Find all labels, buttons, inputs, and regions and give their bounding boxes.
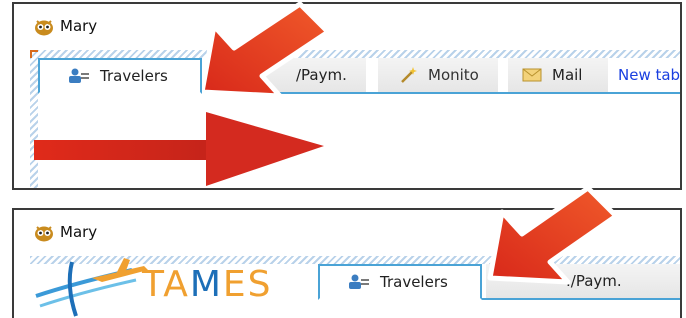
title-bar: Mary: [14, 4, 680, 48]
tab-strip: Travelers /Paym. Monito Mail New tab: [38, 58, 680, 94]
traveler-icon: [349, 274, 369, 289]
mail-icon: [522, 68, 542, 82]
tab-label: /Paym.: [296, 66, 347, 84]
title-bar: Mary: [14, 210, 680, 254]
tab-label: Travelers: [100, 67, 168, 85]
window-title: Mary: [60, 223, 98, 241]
logo-text-post: ES: [222, 264, 273, 305]
tab-payment[interactable]: /Paym.: [206, 58, 366, 92]
tames-logo: TAMES: [32, 256, 280, 318]
window-title: Mary: [60, 17, 98, 35]
tab-label: New tab: [618, 66, 681, 84]
airplane-icon: [35, 258, 148, 317]
corner-marker: [30, 50, 38, 58]
tab-strip: Travelers ./Paym.: [318, 264, 680, 300]
hatch-border-left: [30, 50, 38, 188]
tab-label: Mail: [552, 66, 583, 84]
app-owl-icon: [35, 20, 53, 36]
content-area: [38, 94, 680, 188]
top-window: Mary Travelers /Paym. Monito Mail New ta…: [12, 2, 682, 190]
app-owl-icon: [35, 226, 53, 242]
tab-monitor[interactable]: Monito: [378, 58, 498, 92]
bottom-window: Mary TAMES Travelers ./Paym.: [12, 208, 682, 318]
tab-new[interactable]: New tab: [608, 58, 681, 92]
wand-icon: [401, 67, 417, 83]
tab-label: Monito: [428, 66, 479, 84]
logo-text: TAMES: [142, 264, 273, 305]
traveler-icon: [69, 68, 89, 83]
tab-travelers[interactable]: Travelers: [38, 58, 202, 94]
tab-label: Travelers: [380, 273, 448, 291]
tab-mail[interactable]: Mail: [508, 58, 608, 92]
tab-payment[interactable]: ./Paym.: [486, 264, 680, 298]
tab-label: ./Paym.: [566, 272, 622, 290]
logo-text-pre: TA: [142, 264, 190, 305]
tab-travelers[interactable]: Travelers: [318, 264, 482, 300]
hatch-border: [30, 50, 680, 58]
logo-text-m: M: [189, 264, 223, 305]
